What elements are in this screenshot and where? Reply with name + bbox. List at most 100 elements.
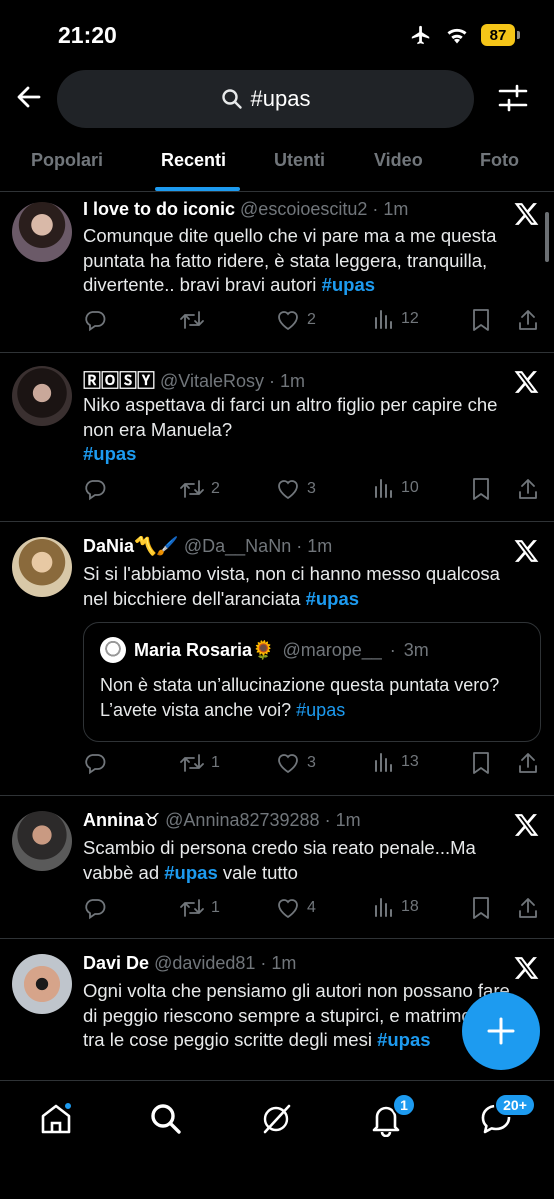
search-input[interactable]: #upas (57, 70, 474, 128)
quoted-tweet-time: 3m (403, 639, 429, 660)
tweet[interactable]: I love to do iconic @escoioescitu2 · 1m … (0, 193, 554, 353)
avatar[interactable] (12, 202, 72, 262)
quoted-hashtag-link[interactable]: #upas (296, 700, 345, 720)
share-button[interactable] (517, 751, 539, 775)
retweet-button[interactable] (179, 308, 211, 332)
avatar[interactable] (12, 811, 72, 871)
tab-popolari[interactable]: Popolari (31, 150, 103, 171)
share-button[interactable] (517, 477, 539, 501)
tweet-header: 🅁🄾🅂🅈 @VitaleRosy · 1m (83, 371, 306, 391)
reply-button[interactable] (83, 896, 107, 920)
avatar[interactable] (12, 366, 72, 426)
tweet-time: 1m (335, 810, 361, 830)
like-button[interactable]: 4 (275, 896, 316, 920)
retweet-icon (180, 480, 204, 498)
hashtag-link[interactable]: #upas (322, 274, 375, 295)
tweet-time: 1m (271, 953, 297, 973)
display-name[interactable]: Annina♉ (83, 810, 160, 830)
user-handle[interactable]: @davided81 (154, 953, 255, 973)
tweet-actions: 1 4 18 (83, 896, 543, 922)
bookmark-icon (473, 897, 489, 919)
nav-home[interactable] (38, 1101, 74, 1137)
like-button[interactable]: 2 (275, 308, 316, 332)
home-unread-dot (63, 1101, 73, 1111)
retweet-button[interactable]: 2 (179, 477, 220, 501)
quoted-display-name[interactable]: Maria Rosaria🌻 (134, 640, 274, 661)
compose-tweet-button[interactable] (462, 992, 540, 1070)
display-name[interactable]: 🅁🄾🅂🅈 (83, 371, 155, 391)
tweet[interactable]: DaNia〽️🖌️ @Da__NaNn · 1m Si si l'abbiamo… (0, 522, 554, 796)
heart-icon (278, 311, 298, 331)
user-handle[interactable]: @Da__NaNn (184, 536, 291, 556)
tweet-text: Scambio di persona credo sia reato penal… (83, 837, 476, 883)
retweet-button[interactable]: 1 (179, 751, 220, 775)
bookmark-button[interactable] (471, 308, 491, 332)
views-button[interactable]: 18 (373, 896, 419, 918)
share-button[interactable] (517, 308, 539, 332)
reply-button[interactable] (83, 751, 107, 775)
heart-icon (278, 480, 298, 500)
retweet-count: 2 (211, 480, 220, 497)
share-icon (519, 479, 537, 499)
bookmark-button[interactable] (471, 477, 491, 501)
like-button[interactable]: 3 (275, 477, 316, 501)
search-tabs: Popolari Recenti Utenti Video Foto (0, 132, 554, 192)
bookmark-button[interactable] (471, 751, 491, 775)
hashtag-link[interactable]: #upas (83, 443, 136, 464)
tweet[interactable]: Annina♉ @Annina82739288 · 1m Scambio di … (0, 796, 554, 939)
avatar[interactable] (12, 954, 72, 1014)
hashtag-link[interactable]: #upas (377, 1029, 430, 1050)
views-button[interactable]: 12 (373, 308, 419, 330)
like-count: 2 (307, 311, 316, 328)
display-name[interactable]: Davi De (83, 953, 149, 973)
nav-messages[interactable]: 20+ (478, 1093, 536, 1137)
x-logo-icon (514, 957, 539, 979)
tweet-text: Niko aspettava di farci un altro figlio … (83, 394, 498, 464)
tab-recenti[interactable]: Recenti (161, 150, 226, 171)
tweet-header: I love to do iconic @escoioescitu2 · 1m (83, 199, 409, 219)
views-button[interactable]: 10 (373, 477, 419, 499)
nav-grok[interactable] (258, 1101, 294, 1137)
tweet[interactable]: 🅁🄾🅂🅈 @VitaleRosy · 1m Niko aspettava di … (0, 353, 554, 522)
search-query: #upas (250, 86, 311, 111)
nav-search[interactable] (148, 1101, 184, 1137)
retweet-icon (180, 754, 204, 772)
tab-utenti[interactable]: Utenti (274, 150, 325, 171)
display-name[interactable]: DaNia〽️🖌️ (83, 536, 179, 556)
share-button[interactable] (517, 896, 539, 920)
user-handle[interactable]: @VitaleRosy (160, 371, 264, 391)
tweet-time: 1m (280, 371, 306, 391)
reply-button[interactable] (83, 308, 107, 332)
user-handle[interactable]: @escoioescitu2 (240, 199, 367, 219)
hashtag-link[interactable]: #upas (306, 588, 359, 609)
status-bar: 21:20 87 (0, 0, 554, 66)
display-name[interactable]: I love to do iconic (83, 199, 235, 219)
view-count: 12 (401, 310, 419, 327)
avatar[interactable] (12, 537, 72, 597)
bookmark-icon (473, 752, 489, 774)
tab-video[interactable]: Video (374, 150, 423, 171)
quoted-user-handle[interactable]: @marope__ (282, 640, 381, 661)
reply-icon (85, 311, 106, 332)
filter-settings-icon[interactable] (498, 84, 528, 112)
views-chart-icon (375, 310, 392, 329)
tweet-actions: 1 3 13 (83, 751, 543, 777)
status-time: 21:20 (58, 22, 117, 48)
active-tab-indicator (155, 187, 240, 191)
retweet-button[interactable]: 1 (179, 896, 220, 920)
nav-notifications[interactable]: 1 (368, 1093, 416, 1138)
tab-foto[interactable]: Foto (480, 150, 519, 171)
user-handle[interactable]: @Annina82739288 (165, 810, 319, 830)
like-count: 3 (307, 754, 316, 771)
quoted-avatar[interactable] (100, 637, 126, 663)
airplane-mode-icon (411, 25, 430, 45)
retweet-icon (180, 899, 204, 917)
views-button[interactable]: 13 (373, 751, 419, 773)
back-arrow-icon[interactable] (14, 82, 44, 112)
quoted-tweet[interactable]: Maria Rosaria🌻 @marope__ · 3m Non è stata … (83, 622, 541, 742)
reply-button[interactable] (83, 477, 107, 501)
like-button[interactable]: 3 (275, 751, 316, 775)
reply-icon (85, 754, 106, 775)
hashtag-link[interactable]: #upas (164, 862, 217, 883)
bookmark-button[interactable] (471, 896, 491, 920)
